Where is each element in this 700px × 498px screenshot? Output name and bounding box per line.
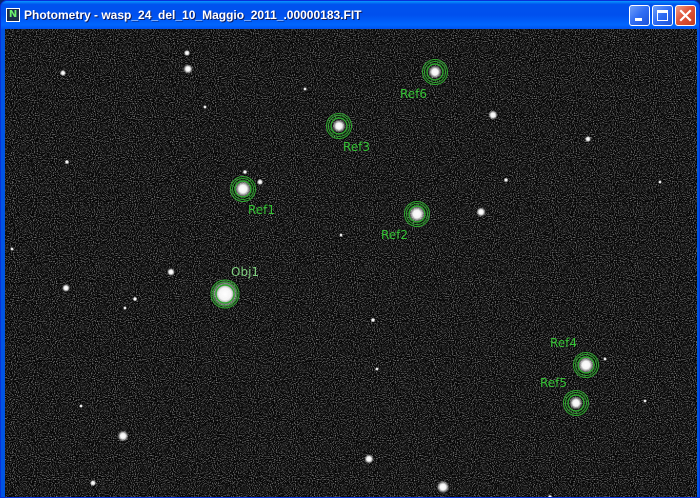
field-star <box>183 49 191 57</box>
field-star <box>436 480 450 494</box>
window-title: Photometry - wasp_24_del_10_Maggio_2011_… <box>24 8 362 22</box>
field-star <box>132 296 138 302</box>
field-star <box>503 177 509 183</box>
field-star <box>658 180 662 184</box>
close-icon <box>679 9 692 22</box>
target-star <box>332 119 346 133</box>
close-button[interactable] <box>675 5 696 26</box>
title-bar[interactable]: N Photometry - wasp_24_del_10_Maggio_201… <box>1 1 699 29</box>
aperture-label: Ref6 <box>400 87 427 101</box>
field-star <box>603 357 607 361</box>
field-star <box>364 454 374 464</box>
aperture-label: Ref2 <box>381 228 408 242</box>
field-star <box>488 110 498 120</box>
field-star <box>89 479 97 487</box>
field-star <box>370 317 376 323</box>
aperture-label: Ref3 <box>343 140 370 154</box>
target-star <box>428 65 442 79</box>
field-star <box>167 268 175 276</box>
field-star <box>64 159 70 165</box>
minimize-button[interactable] <box>629 5 650 26</box>
maximize-icon <box>657 10 668 21</box>
field-star <box>303 87 307 91</box>
field-star <box>79 404 83 408</box>
target-star <box>569 396 583 410</box>
app-icon[interactable]: N <box>6 8 20 22</box>
photometry-window: N Photometry - wasp_24_del_10_Maggio_201… <box>0 0 700 498</box>
field-star <box>256 178 264 186</box>
field-star <box>242 169 248 175</box>
field-star <box>375 367 379 371</box>
star-field-image[interactable]: Ref6 Ref3 Ref1 Ref2 Obj1 Ref4 Ref5 <box>5 29 697 497</box>
maximize-button[interactable] <box>652 5 673 26</box>
field-star <box>62 284 70 292</box>
minimize-icon <box>635 18 642 21</box>
field-star <box>339 233 343 237</box>
field-star <box>584 135 592 143</box>
aperture-label: Ref4 <box>550 336 577 350</box>
sky-noise <box>5 29 697 497</box>
window-controls <box>629 5 696 26</box>
image-viewport[interactable]: Ref6 Ref3 Ref1 Ref2 Obj1 Ref4 Ref5 <box>5 29 697 497</box>
field-star <box>10 247 14 251</box>
field-star <box>183 64 193 74</box>
field-star <box>123 306 127 310</box>
aperture-label: Ref1 <box>248 203 275 217</box>
field-star <box>59 69 67 77</box>
field-star <box>476 207 486 217</box>
field-star <box>203 105 207 109</box>
field-star <box>117 430 129 442</box>
aperture-label: Ref5 <box>540 376 567 390</box>
field-star <box>643 399 647 403</box>
aperture-label: Obj1 <box>231 265 259 279</box>
app-icon-letter: N <box>8 9 18 20</box>
